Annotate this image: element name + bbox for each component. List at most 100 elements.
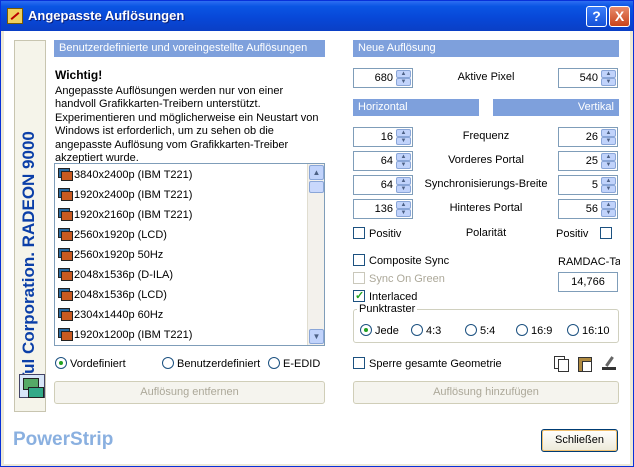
lock-geometry-checkbox[interactable]: Sperre gesamte Geometrie [353, 357, 502, 371]
ramdac-label: RAMDAC-Takt [558, 256, 620, 268]
copy-icon[interactable] [553, 355, 569, 372]
close-window-button[interactable]: X [609, 6, 630, 27]
radio-eedid-label: E-EDID [283, 358, 321, 370]
list-item[interactable]: 2048x1536p (D-ILA) [58, 265, 173, 285]
h-front-porch-spinner[interactable]: 64 ▲ ▼ [353, 151, 413, 171]
spin-down-icon[interactable]: ▼ [396, 209, 411, 217]
remove-resolution-button[interactable]: Auflösung entfernen [54, 381, 325, 404]
list-item[interactable]: 2048x1536p (LCD) [58, 285, 167, 305]
radio-dot-16-9[interactable]: 16:9 [516, 324, 552, 338]
list-item[interactable]: 2304x1440p 60Hz [58, 305, 163, 325]
spin-down-icon[interactable]: ▼ [601, 78, 616, 86]
list-item-label: 2560x1920p 50Hz [74, 249, 164, 261]
paste-icon[interactable] [577, 355, 593, 372]
list-item-label: 2560x1920p (LCD) [74, 229, 167, 241]
radio-circle-icon [465, 324, 477, 336]
spin-down-icon[interactable]: ▼ [601, 137, 616, 145]
radio-userdefined-label: Benutzerdefiniert [177, 358, 261, 370]
h-frequency-spinner[interactable]: 16 ▲ ▼ [353, 127, 413, 147]
radio-circle-icon [567, 324, 579, 336]
scroll-up-icon[interactable]: ▲ [309, 165, 324, 180]
left-section-header: Benutzerdefinierte und voreingestellte A… [54, 40, 325, 57]
v-sync-width-value: 5 [591, 179, 598, 191]
v-positive-checkbox[interactable]: Positiv [556, 227, 616, 241]
spin-up-icon[interactable]: ▲ [396, 201, 411, 209]
title-bar[interactable]: Angepasste Auflösungen ? X [1, 1, 633, 31]
v-sync-width-spinner[interactable]: 5 ▲ ▼ [558, 175, 618, 195]
spin-down-icon[interactable]: ▼ [396, 78, 411, 86]
h-sync-width-value: 64 [380, 179, 393, 191]
spin-down-icon[interactable]: ▼ [396, 137, 411, 145]
list-item-label: 1920x1200p (IBM T221) [74, 329, 193, 341]
scroll-down-icon[interactable]: ▼ [309, 329, 324, 344]
window-title: Angepasste Auflösungen [28, 8, 185, 23]
important-note: Wichtig! Angepasste Auflösungen werden n… [55, 68, 325, 166]
radio-userdefined[interactable]: Benutzerdefiniert [162, 357, 260, 371]
spin-down-icon[interactable]: ▼ [601, 209, 616, 217]
width-value: 680 [374, 72, 393, 84]
height-spinner[interactable]: 540 ▲ ▼ [558, 68, 618, 88]
v-front-porch-spinner[interactable]: 25 ▲ ▼ [558, 151, 618, 171]
spin-down-icon[interactable]: ▼ [396, 185, 411, 193]
note-title: Wichtig! [55, 68, 103, 82]
radio-predefined[interactable]: Vordefiniert [55, 357, 126, 371]
spin-up-icon[interactable]: ▲ [601, 177, 616, 185]
radio-dot-5-4[interactable]: 5:4 [465, 324, 495, 338]
spin-down-icon[interactable]: ▼ [601, 185, 616, 193]
punktraster-title: Punktraster [357, 303, 418, 315]
radio-dot-any[interactable]: Jede [360, 324, 399, 338]
sync-on-green-checkbox[interactable]: Sync On Green [353, 272, 445, 286]
list-item[interactable]: 2560x1920p 50Hz [58, 245, 163, 265]
display-icon [58, 227, 73, 241]
radio-dot-16-10[interactable]: 16:10 [567, 324, 610, 338]
spin-up-icon[interactable]: ▲ [601, 129, 616, 137]
interlaced-checkbox[interactable]: Interlaced [353, 289, 417, 304]
v-back-porch-spinner[interactable]: 56 ▲ ▼ [558, 199, 618, 219]
radio-eedid[interactable]: E-EDID [268, 357, 320, 371]
spin-up-icon[interactable]: ▲ [601, 201, 616, 209]
resolution-listbox[interactable]: 3840x2400p (IBM T221) 1920x2400p (IBM T2… [54, 163, 325, 346]
sync-on-green-label: Sync On Green [369, 273, 445, 285]
close-button[interactable]: Schließen [541, 429, 618, 452]
radio-dot-4-3[interactable]: 4:3 [411, 324, 441, 338]
display-icon [58, 247, 73, 261]
v-frequency-spinner[interactable]: 26 ▲ ▼ [558, 127, 618, 147]
frequency-label: Frequenz [462, 130, 510, 142]
add-resolution-button[interactable]: Auflösung hinzufügen [353, 381, 619, 404]
checkbox-box-icon [353, 357, 365, 369]
spin-up-icon[interactable]: ▲ [396, 70, 411, 78]
radio-predefined-label: Vordefiniert [70, 358, 126, 370]
list-item[interactable]: 1920x1200p (IBM T221) [58, 325, 192, 345]
spin-up-icon[interactable]: ▲ [601, 70, 616, 78]
h-back-porch-spinner[interactable]: 136 ▲ ▼ [353, 199, 413, 219]
spin-up-icon[interactable]: ▲ [396, 177, 411, 185]
spin-down-icon[interactable]: ▼ [396, 161, 411, 169]
checkbox-box-icon [353, 227, 365, 239]
radio-dot-16-10-label: 16:10 [582, 325, 610, 337]
list-item[interactable]: 1920x2400p (IBM T221) [58, 185, 192, 205]
edit-icon[interactable] [601, 355, 617, 371]
spin-up-icon[interactable]: ▲ [396, 129, 411, 137]
spin-down-icon[interactable]: ▼ [601, 161, 616, 169]
help-button[interactable]: ? [586, 6, 607, 27]
list-item[interactable]: 3840x2400p (IBM T221) [58, 165, 192, 185]
h-positive-checkbox[interactable]: Positiv [353, 227, 401, 241]
list-scrollbar[interactable]: ▲ ▼ [307, 164, 324, 345]
list-item[interactable]: 2560x1920p (LCD) [58, 225, 167, 245]
display-icon [58, 267, 73, 281]
v-positive-label: Positiv [556, 228, 589, 240]
spin-up-icon[interactable]: ▲ [601, 153, 616, 161]
vertical-header: Vertikal [493, 99, 619, 116]
display-icon [58, 307, 73, 321]
h-frequency-value: 16 [380, 131, 393, 143]
composite-sync-checkbox[interactable]: Composite Sync [353, 254, 449, 268]
scroll-thumb[interactable] [309, 181, 324, 193]
composite-sync-label: Composite Sync [369, 255, 450, 267]
width-spinner[interactable]: 680 ▲ ▼ [353, 68, 413, 88]
dialog-client-area: Tul Corporation. RADEON 9000 Benutzerdef… [4, 31, 630, 464]
radio-circle-icon [411, 324, 423, 336]
h-sync-width-spinner[interactable]: 64 ▲ ▼ [353, 175, 413, 195]
spin-up-icon[interactable]: ▲ [396, 153, 411, 161]
powerstrip-brand: PowerStrip [13, 429, 114, 450]
list-item[interactable]: 1920x2160p (IBM T221) [58, 205, 192, 225]
